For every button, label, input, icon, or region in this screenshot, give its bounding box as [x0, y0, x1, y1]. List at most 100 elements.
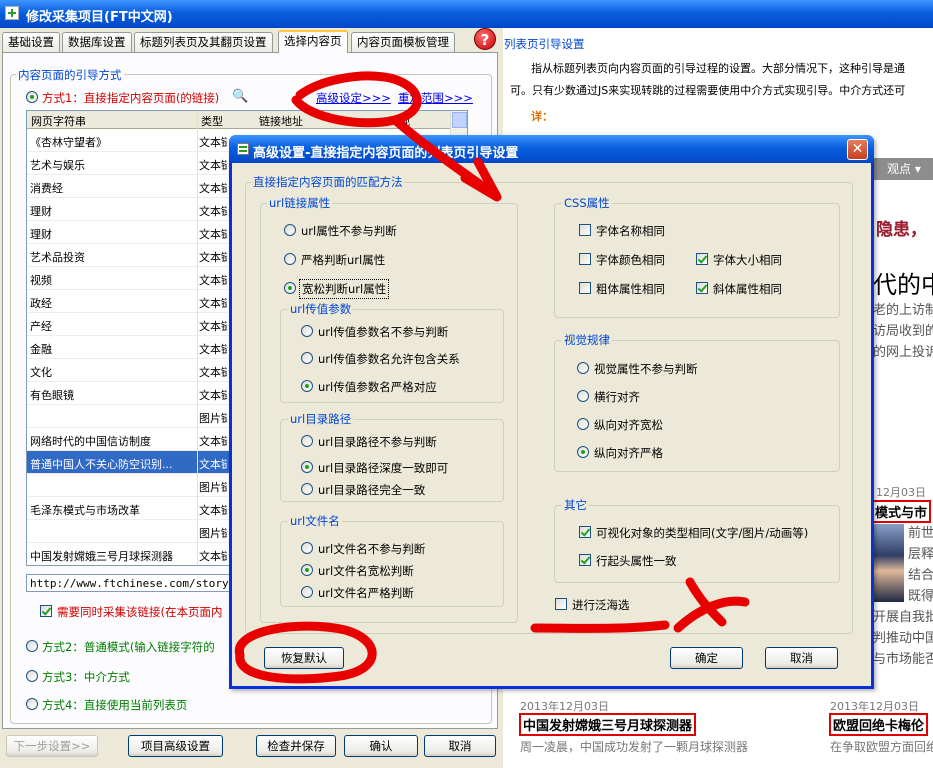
cell-link-type: 文本链	[199, 228, 227, 241]
other-option-checkbox[interactable]	[579, 554, 591, 566]
mode1-label: 方式1：直接指定内容页面(的链接)	[42, 91, 220, 105]
cell-link-type: 文本链	[199, 251, 227, 264]
cell-link-type: 文本链	[199, 159, 227, 172]
cancel-button[interactable]: 取消	[424, 735, 496, 757]
mode2-radio[interactable]	[26, 640, 38, 652]
flood-select-checkbox[interactable]	[555, 598, 567, 610]
magnifier-icon[interactable]: 🔍	[232, 89, 248, 104]
web-headline[interactable]: 欧盟回绝卡梅伦	[829, 713, 929, 736]
col-header-type[interactable]: 类型	[201, 113, 223, 129]
confirm-button[interactable]: 确认	[344, 735, 418, 757]
project-advanced-settings-button[interactable]: 项目高级设置	[128, 735, 223, 757]
visual-option-radio[interactable]	[577, 418, 589, 430]
web-nav-opinion[interactable]: 观点 ▾	[873, 158, 933, 180]
file-option-radio[interactable]	[301, 564, 313, 576]
flood-select-label: 进行泛海选	[572, 598, 630, 612]
path-option-radio[interactable]	[301, 435, 313, 447]
mode3-radio[interactable]	[26, 670, 38, 682]
help-icon[interactable]: ?	[474, 28, 496, 50]
advanced-settings-dialog: 高级设置-直接指定内容页面的列表页引导设置 ✕ 直接指定内容页面的匹配方法 ur…	[229, 135, 874, 689]
mode1-radio[interactable]	[26, 91, 38, 103]
path-option-radio[interactable]	[301, 461, 313, 473]
mode4-radio[interactable]	[26, 698, 38, 710]
visual-option-radio[interactable]	[577, 362, 589, 374]
scroll-up-button[interactable]	[452, 112, 467, 128]
window-title: 修改采集项目(FT中文网)	[26, 10, 173, 25]
param-option-radio[interactable]	[301, 380, 313, 392]
web-text: 层释	[908, 547, 933, 562]
other-option-checkbox[interactable]	[579, 526, 591, 538]
web-headline[interactable]: 中国发射嫦娥三号月球探测器	[519, 713, 697, 736]
file-option-radio[interactable]	[301, 586, 313, 598]
param-option-radio[interactable]	[301, 325, 313, 337]
css-option-checkbox[interactable]	[579, 224, 591, 236]
url-option-label: url属性不参与判断	[301, 224, 397, 238]
url-option-radio[interactable]	[284, 224, 296, 236]
cell-link-string: 毛泽东模式与市场改革	[30, 504, 140, 517]
cell-link-string: 中国发射嫦娥三号月球探测器	[30, 550, 173, 563]
web-headline[interactable]: 模式与市	[871, 500, 932, 523]
visual-option-label: 视觉属性不参与判断	[594, 362, 698, 376]
param-option-radio[interactable]	[301, 352, 313, 364]
cell-link-type: 文本链	[199, 366, 227, 379]
tab-select-content-page[interactable]: 选择内容页	[278, 30, 348, 53]
css-option-checkbox[interactable]	[696, 282, 708, 294]
cell-link-type: 图片链	[199, 527, 227, 540]
cell-link-type: 文本链	[199, 205, 227, 218]
file-option-radio[interactable]	[301, 542, 313, 554]
close-icon[interactable]: ✕	[847, 139, 868, 160]
also-collect-checkbox[interactable]	[40, 605, 52, 617]
restore-defaults-button[interactable]: 恢复默认	[264, 647, 344, 669]
dialog-titlebar[interactable]: 高级设置-直接指定内容页面的列表页引导设置 ✕	[229, 135, 874, 163]
cell-link-type: 文本链	[199, 182, 227, 195]
advanced-settings-link[interactable]: 高级设定>>>	[316, 90, 391, 106]
cell-link-string: 网络时代的中国信访制度	[30, 435, 151, 448]
web-text: 在争取欧盟方面回绝	[830, 740, 933, 754]
other-group-title: 其它	[562, 497, 589, 513]
css-option-checkbox[interactable]	[696, 253, 708, 265]
col-header-visual[interactable]: 视	[399, 113, 410, 129]
visual-option-label: 纵向对齐宽松	[594, 418, 663, 432]
next-step-button[interactable]: 下一步设置>>	[6, 735, 98, 757]
url-option-radio[interactable]	[284, 282, 296, 294]
col-header-string[interactable]: 网页字符串	[31, 113, 86, 129]
url-option-radio[interactable]	[284, 253, 296, 265]
param-option-label: url传值参数名允许包含关系	[318, 352, 460, 366]
css-option-label: 斜体属性相同	[713, 282, 782, 296]
main-window-titlebar[interactable]: 修改采集项目(FT中文网)	[0, 0, 933, 28]
web-text[interactable]: 隐患，	[876, 215, 927, 240]
cell-link-type: 图片链	[199, 481, 227, 494]
cell-link-type: 文本链	[199, 297, 227, 310]
col-header-url[interactable]: 链接地址	[259, 113, 303, 129]
web-headline[interactable]: 代的中	[873, 265, 933, 300]
dialog-ok-button[interactable]: 确定	[670, 647, 743, 669]
css-option-label: 字体大小相同	[713, 253, 782, 267]
tab-basic-settings[interactable]: 基础设置	[2, 32, 60, 52]
web-date: 2013年12月03日	[520, 700, 609, 713]
path-option-label: url目录路径深度一致即可	[318, 461, 449, 475]
cell-link-type: 文本链	[199, 320, 227, 333]
css-option-checkbox[interactable]	[579, 253, 591, 265]
url-field[interactable]: http://www.ftchinese.com/story/00	[26, 574, 234, 592]
tab-content-template[interactable]: 内容页面模板管理	[351, 32, 455, 52]
path-option-radio[interactable]	[301, 483, 313, 495]
param-option-label: url传值参数名不参与判断	[318, 325, 449, 339]
tab-database-settings[interactable]: 数据库设置	[62, 32, 132, 52]
check-and-save-button[interactable]: 检查并保存	[256, 735, 336, 757]
help-detail-label: 详：	[531, 110, 553, 123]
mode3-label: 方式3：中介方式	[42, 670, 130, 684]
css-group-title: CSS属性	[562, 195, 612, 211]
css-option-label: 字体名称相同	[596, 224, 665, 238]
cell-link-type: 图片链	[199, 412, 227, 425]
tab-list-page-settings[interactable]: 标题列表页及其翻页设置	[134, 32, 273, 52]
web-text: 周一凌晨，中国成功发射了一颗月球探测器	[520, 740, 749, 754]
reset-range-link[interactable]: 重定范围>>>	[398, 90, 473, 106]
visual-option-radio[interactable]	[577, 446, 589, 458]
help-line-2: 可。只有少数通过JS来实现转跳的过程需要使用中介方式实现引导。中介方式还可	[510, 84, 906, 97]
cell-link-type: 文本链	[199, 343, 227, 356]
visual-option-radio[interactable]	[577, 390, 589, 402]
dialog-cancel-button[interactable]: 取消	[765, 647, 838, 669]
path-option-label: url目录路径完全一致	[318, 483, 426, 497]
web-text: 老的上访制	[873, 303, 933, 318]
css-option-checkbox[interactable]	[579, 282, 591, 294]
